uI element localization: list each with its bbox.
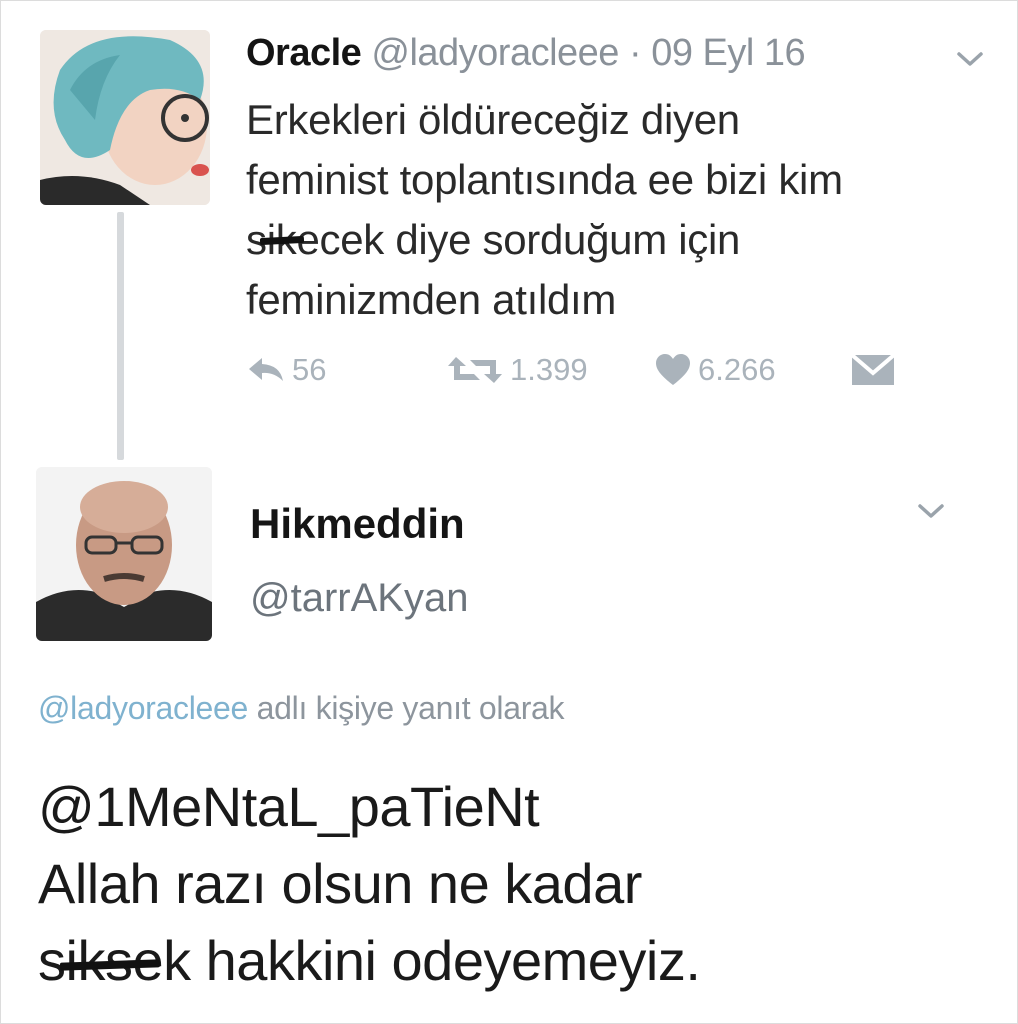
tweet2-more-button[interactable] (916, 500, 946, 522)
tweet1-handle[interactable]: @ladyoracleee (371, 32, 619, 74)
reply-button[interactable]: 56 (246, 345, 326, 395)
tweet1-more-button[interactable] (955, 48, 985, 70)
heart-icon (656, 354, 690, 385)
tweet1-display-name[interactable]: Oracle (246, 32, 362, 74)
tweet1-line-rest: ecek diye sorduğum için (296, 216, 741, 263)
tweet1-line: feminist toplantısında ee bizi kim (246, 156, 843, 203)
like-button[interactable]: 6.266 (654, 345, 776, 395)
reply-context-mention[interactable]: @ladyoracleee (38, 690, 248, 726)
tweet2-line-rest: sek hakkini odeyemeyiz. (104, 929, 701, 992)
direct-message-button[interactable] (850, 345, 896, 395)
tweet1-action-bar: 56 1.399 6.266 (246, 345, 946, 395)
tweet1-line: Erkekleri öldüreceğiz diyen (246, 96, 740, 143)
reply-count: 56 (292, 352, 327, 387)
tweet2-line: Allah razı olsun ne kadar (38, 852, 642, 915)
reply-context: @ladyoracleee adlı kişiye yanıt olarak (38, 690, 565, 727)
reply-icon (249, 358, 283, 381)
tweet1-text: Erkekleri öldüreceğiz diyen feminist top… (246, 90, 986, 330)
tweet1-line: sik ecek diye sorduğum için (246, 210, 986, 270)
like-count: 6.266 (698, 352, 776, 387)
thread-line (117, 212, 124, 460)
tweet2-display-name[interactable]: Hikmeddin (250, 500, 465, 548)
reply-context-text: adlı kişiye yanıt olarak (248, 690, 565, 726)
censored-word: sik (246, 210, 305, 270)
tweet1-line: feminizmden atıldım (246, 276, 617, 323)
retweet-button[interactable]: 1.399 (446, 345, 588, 395)
avatar-oracle-image (40, 30, 210, 205)
chevron-down-icon (918, 504, 944, 518)
avatar-hikmeddin-image (36, 467, 212, 641)
retweet-icon (448, 357, 502, 383)
censored-word: sik (38, 922, 161, 999)
tweet1-separator: · (629, 32, 642, 74)
avatar-oracle[interactable] (40, 30, 210, 205)
tweet1-header: Oracle @ladyoracleee · 09 Eyl 16 (246, 32, 806, 75)
tweet2-text: @1MeNtaL_paTieNt Allah razı olsun ne kad… (38, 768, 998, 999)
tweet2-mention-line[interactable]: @1MeNtaL_paTieNt (38, 768, 998, 845)
chevron-down-icon (957, 52, 983, 66)
tweet2-handle[interactable]: @tarrAKyan (250, 576, 468, 621)
tweet1-date[interactable]: 09 Eyl 16 (651, 32, 805, 74)
tweet2-line: sik sek hakkini odeyemeyiz. (38, 922, 998, 999)
avatar-hikmeddin[interactable] (36, 467, 212, 641)
retweet-count: 1.399 (510, 352, 588, 387)
envelope-icon (850, 353, 896, 385)
